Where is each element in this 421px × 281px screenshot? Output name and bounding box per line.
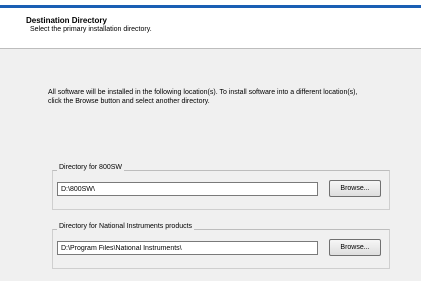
intro-text: All software will be installed in the fo… bbox=[48, 89, 358, 105]
window-accent-bar bbox=[0, 0, 421, 8]
directory-path-input[interactable] bbox=[57, 241, 318, 255]
group-label: Directory for 800SW bbox=[57, 164, 125, 171]
browse-button[interactable]: Browse... bbox=[329, 180, 381, 197]
directory-group-800sw: Directory for 800SW Browse... bbox=[52, 164, 390, 210]
page-title: Destination Directory bbox=[26, 16, 107, 25]
page-subtitle: Select the primary installation director… bbox=[30, 26, 152, 33]
directory-group-national-instruments: Directory for National Instruments produ… bbox=[52, 223, 390, 269]
browse-button[interactable]: Browse... bbox=[329, 239, 381, 256]
group-label: Directory for National Instruments produ… bbox=[57, 223, 195, 230]
wizard-header: Destination Directory Select the primary… bbox=[0, 8, 421, 48]
directory-path-input[interactable] bbox=[57, 182, 318, 196]
